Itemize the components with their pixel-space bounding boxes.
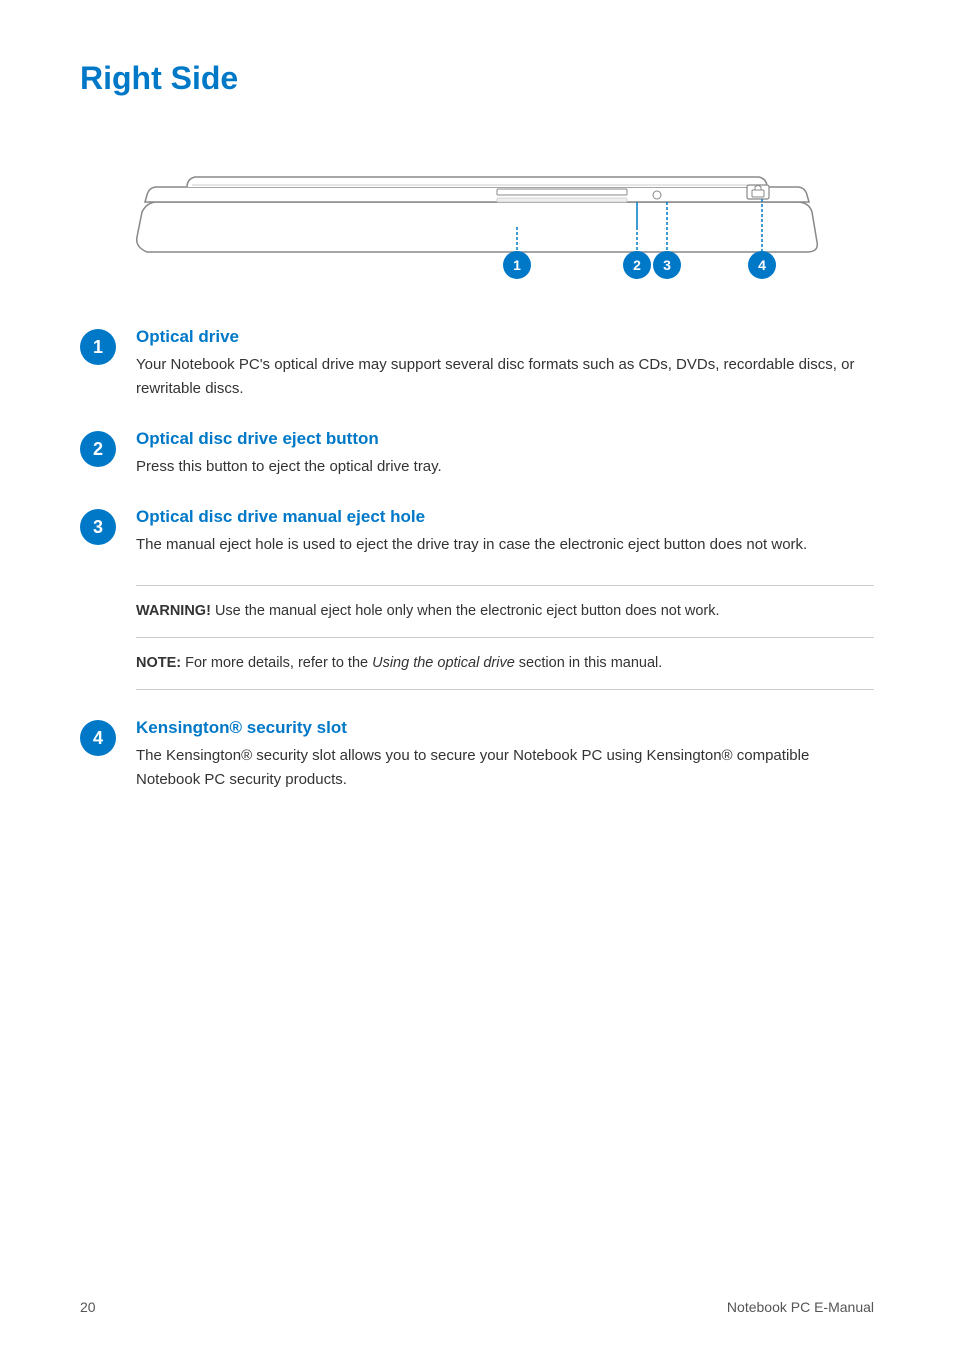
laptop-diagram: 1 2 3 4 [127,147,827,287]
item-1-desc: Your Notebook PC's optical drive may sup… [136,353,874,401]
svg-text:1: 1 [513,257,521,273]
item-2: 2 Optical disc drive eject button Press … [80,429,874,479]
note-italic: Using the optical drive [372,655,515,671]
svg-text:2: 2 [633,257,641,273]
note-text2: section in this manual. [515,655,663,671]
note-box: NOTE: For more details, refer to the Usi… [136,638,874,690]
page-footer: 20 Notebook PC E-Manual [80,1299,874,1315]
item-4-desc: The Kensington® security slot allows you… [136,744,874,792]
item-3-desc: The manual eject hole is used to eject t… [136,533,874,557]
item-2-desc: Press this button to eject the optical d… [136,455,874,479]
badge-3: 3 [80,509,116,545]
warning-keyword: WARNING! [136,603,211,619]
item-1: 1 Optical drive Your Notebook PC's optic… [80,327,874,401]
svg-text:3: 3 [663,257,671,273]
item-1-content: Optical drive Your Notebook PC's optical… [136,327,874,401]
note-text: For more details, refer to the [181,655,372,671]
item-2-content: Optical disc drive eject button Press th… [136,429,874,479]
warning-box: WARNING! Use the manual eject hole only … [136,585,874,638]
page-title: Right Side [80,60,874,97]
badge-1: 1 [80,329,116,365]
warning-text: Use the manual eject hole only when the … [211,603,720,619]
item-4-content: Kensington® security slot The Kensington… [136,718,874,792]
diagram-container: 1 2 3 4 [80,127,874,287]
item-3-title: Optical disc drive manual eject hole [136,507,874,527]
footer-page-number: 20 [80,1299,96,1315]
item-2-title: Optical disc drive eject button [136,429,874,449]
footer-manual-title: Notebook PC E-Manual [727,1299,874,1315]
badge-2: 2 [80,431,116,467]
page: Right Side [0,0,954,1345]
svg-text:4: 4 [758,257,766,273]
item-1-title: Optical drive [136,327,874,347]
note-keyword: NOTE: [136,655,181,671]
item-3-content: Optical disc drive manual eject hole The… [136,507,874,557]
item-3: 3 Optical disc drive manual eject hole T… [80,507,874,557]
item-4: 4 Kensington® security slot The Kensingt… [80,718,874,792]
badge-4: 4 [80,720,116,756]
item-4-title: Kensington® security slot [136,718,874,738]
items-list: 1 Optical drive Your Notebook PC's optic… [80,327,874,792]
